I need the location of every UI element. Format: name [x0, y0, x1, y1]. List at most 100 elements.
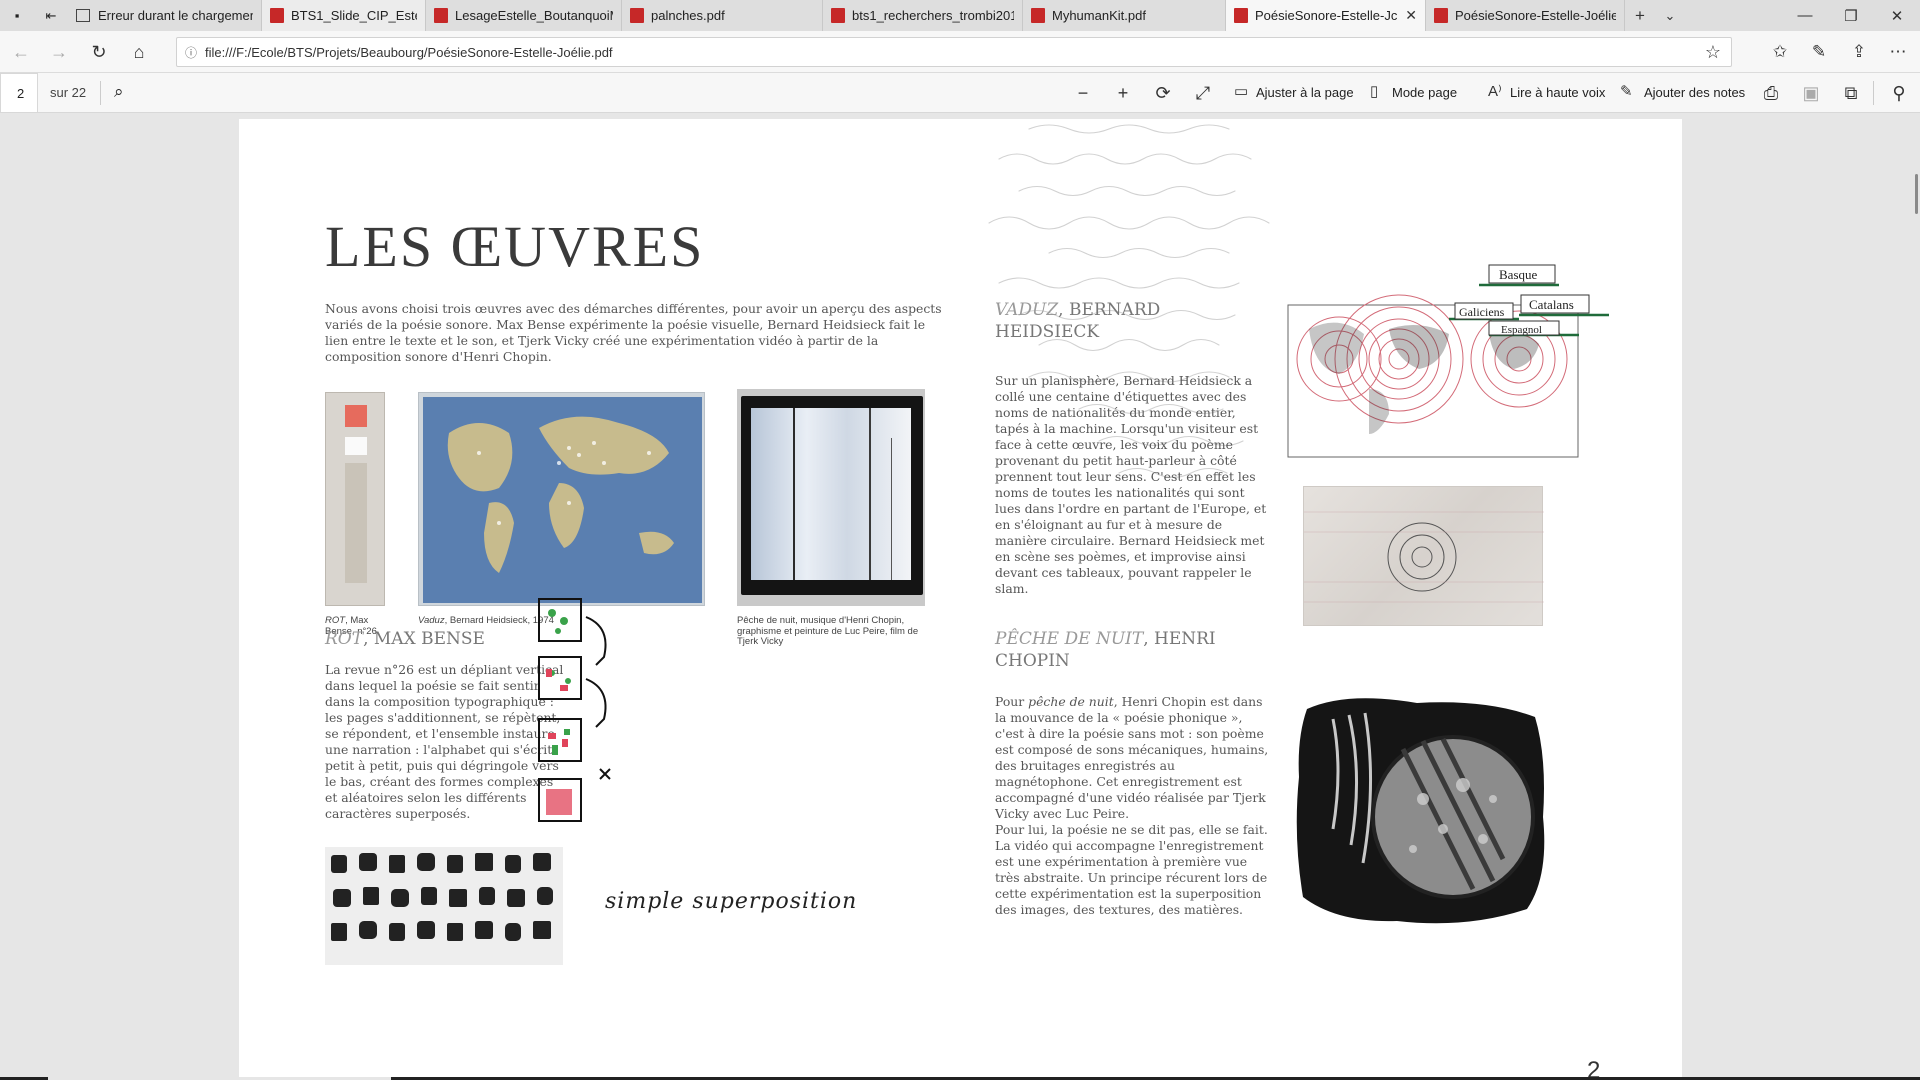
pdf-viewer[interactable]: LES ŒUVRES Nous avons choisi trois œuvre… [0, 114, 1920, 1080]
toolbar-divider [100, 81, 101, 105]
tab-label: BTS1_Slide_CIP_Estelle-Lesa [291, 8, 417, 23]
url-field[interactable]: ⓘ file:///F:/Ecole/BTS/Projets/Beaubourg… [176, 37, 1732, 67]
rot-grey-block [345, 463, 367, 583]
close-tab-icon[interactable]: ✕ [1405, 7, 1417, 24]
rot-red-square [345, 405, 367, 427]
peche-de-nuit-photo [737, 389, 925, 606]
add-notes-icon: ✎ [1620, 83, 1633, 100]
screen-line [891, 438, 892, 580]
pdf-icon [1234, 8, 1248, 23]
read-aloud-button[interactable]: Lire à haute voix [1510, 85, 1605, 100]
tab-bar: ▪ ⇤ Erreur durant le chargemen BTS1_Slid… [0, 0, 1920, 31]
page-icon [76, 9, 90, 22]
new-tab-icon[interactable]: + [1625, 0, 1655, 31]
tab-label: Erreur durant le chargemen [98, 8, 253, 23]
page-mode-button[interactable]: Mode page [1392, 85, 1457, 100]
rotate-icon[interactable]: ⟳ [1151, 81, 1175, 105]
superposition-sketch [538, 598, 611, 822]
rot-heading-title: ROT [325, 629, 364, 649]
tab-label: PoésieSonore-Estelle-Jc [1255, 8, 1398, 23]
map-label-galiciens: Galiciens [1459, 305, 1505, 319]
tab-3[interactable]: palnches.pdf [622, 0, 823, 31]
add-notes-button[interactable]: Ajouter des notes [1644, 85, 1745, 100]
rot-white-square [345, 437, 367, 455]
fit-page-button[interactable]: Ajuster à la page [1256, 85, 1354, 100]
page-title: LES ŒUVRES [325, 214, 705, 279]
map-label-espagnol: Espagnol [1501, 324, 1542, 336]
address-bar: ← → ↻ ⌂ ⓘ file:///F:/Ecole/BTS/Projets/B… [0, 31, 1920, 73]
pdf-icon [434, 8, 448, 23]
fit-page-icon: ▭ [1234, 83, 1249, 100]
map-label-basque: Basque [1499, 267, 1538, 282]
save-icon[interactable]: ▣ [1799, 81, 1823, 105]
info-icon[interactable]: ⓘ [177, 44, 205, 61]
ink-painting-image [1296, 698, 1545, 924]
screen-line [793, 408, 795, 580]
tab-4[interactable]: bts1_recherchers_trombi201 [823, 0, 1023, 31]
page-mode-icon: ▯ [1370, 83, 1379, 100]
search-icon[interactable]: ⌕ [114, 82, 124, 102]
scrollbar-thumb[interactable] [1915, 174, 1918, 214]
screen-line [869, 408, 871, 580]
restore-icon[interactable]: ❐ [1828, 0, 1874, 31]
peche-body-p1-emphasis: pêche de nuit [1028, 694, 1114, 709]
more-icon[interactable]: ⋯ [1884, 39, 1912, 65]
favorites-icon[interactable]: ✩ [1766, 39, 1794, 65]
vaduz-body: Sur un planisphère, Bernard Heidsieck a … [995, 373, 1267, 596]
minimize-icon[interactable]: — [1782, 0, 1828, 31]
peche-de-nuit-body: Pour pêche de nuit, Henri Chopin est dan… [995, 694, 1275, 918]
tab-7[interactable]: PoésieSonore-Estelle-Joélie [1426, 0, 1625, 31]
home-icon[interactable]: ⌂ [126, 39, 152, 65]
save-as-icon[interactable]: ⧉ [1839, 81, 1863, 105]
tab-5[interactable]: MyhumanKit.pdf [1023, 0, 1226, 31]
vaduz-caption-title: Vaduz [418, 615, 445, 626]
fullscreen-icon[interactable]: ⤢ [1191, 81, 1215, 105]
set-aside-tabs-icon[interactable]: ⇤ [34, 0, 68, 31]
world-map-image [423, 397, 702, 603]
vaduz-photo [418, 392, 705, 606]
pdf-page: LES ŒUVRES Nous avons choisi trois œuvre… [239, 119, 1682, 1080]
pdf-icon [630, 8, 644, 23]
refresh-icon[interactable]: ↻ [86, 39, 112, 65]
tab-label: bts1_recherchers_trombi201 [852, 8, 1014, 23]
forward-arrow-icon[interactable]: → [46, 39, 72, 65]
monitor-frame [741, 396, 923, 595]
app-menu-icon[interactable]: ▪ [0, 0, 34, 31]
close-window-icon[interactable]: ✕ [1874, 0, 1920, 31]
vaduz-heading: VADUZ, BERNARD HEIDSIECK [995, 299, 1195, 343]
peche-body-paragraph-2: Pour lui, la poésie ne se dit pas, elle … [995, 822, 1268, 917]
zoom-out-icon[interactable]: − [1071, 81, 1095, 105]
peche-body-p1-end: , Henri Chopin est dans la mouvance de l… [995, 694, 1269, 821]
rot-body: La revue n°26 est un dépliant vertical d… [325, 662, 564, 821]
peche-de-nuit-heading: PÊCHE DE NUIT, HENRI CHOPIN [995, 628, 1235, 672]
page-total: sur 22 [50, 85, 87, 100]
page-number-input[interactable]: 2 [0, 73, 38, 113]
rot-heading-rest: , MAX BENSE [363, 629, 485, 649]
pdf-icon [270, 8, 284, 23]
vaduz-heading-title: VADUZ [995, 300, 1059, 320]
tab-list-chevron-icon[interactable]: ⌄ [1655, 0, 1685, 31]
share-icon[interactable]: ⇪ [1845, 39, 1873, 65]
tab-label: palnches.pdf [651, 8, 725, 23]
favorite-star-icon[interactable]: ☆ [1705, 42, 1721, 63]
pen-icon[interactable]: ✎ [1805, 39, 1833, 65]
typography-glyphs [331, 853, 553, 941]
tab-6-active[interactable]: PoésieSonore-Estelle-Jc ✕ [1226, 0, 1426, 31]
tab-2[interactable]: LesageEstelle_BoutanquoiM [426, 0, 622, 31]
vaduz-detail-photo [1303, 486, 1544, 626]
zoom-in-icon[interactable]: + [1111, 81, 1135, 105]
back-arrow-icon[interactable]: ← [8, 39, 34, 65]
pin-toolbar-icon[interactable]: ⚲ [1887, 81, 1911, 105]
rot-photo [325, 392, 385, 606]
intro-paragraph: Nous avons choisi trois œuvres avec des … [325, 301, 942, 364]
sketch-handwritten-label: simple superposition [605, 889, 858, 914]
tab-label: LesageEstelle_BoutanquoiM [455, 8, 613, 23]
tab-1[interactable]: BTS1_Slide_CIP_Estelle-Lesa [262, 0, 426, 31]
peche-heading-title: PÊCHE DE NUIT [995, 629, 1144, 649]
pdf-icon [831, 8, 845, 23]
tab-0[interactable]: Erreur durant le chargemen [68, 0, 262, 31]
print-icon[interactable]: ⎙ [1759, 81, 1783, 105]
pdf-icon [1031, 8, 1045, 23]
map-label-catalans: Catalans [1529, 297, 1574, 312]
rot-typography-image [325, 847, 563, 965]
